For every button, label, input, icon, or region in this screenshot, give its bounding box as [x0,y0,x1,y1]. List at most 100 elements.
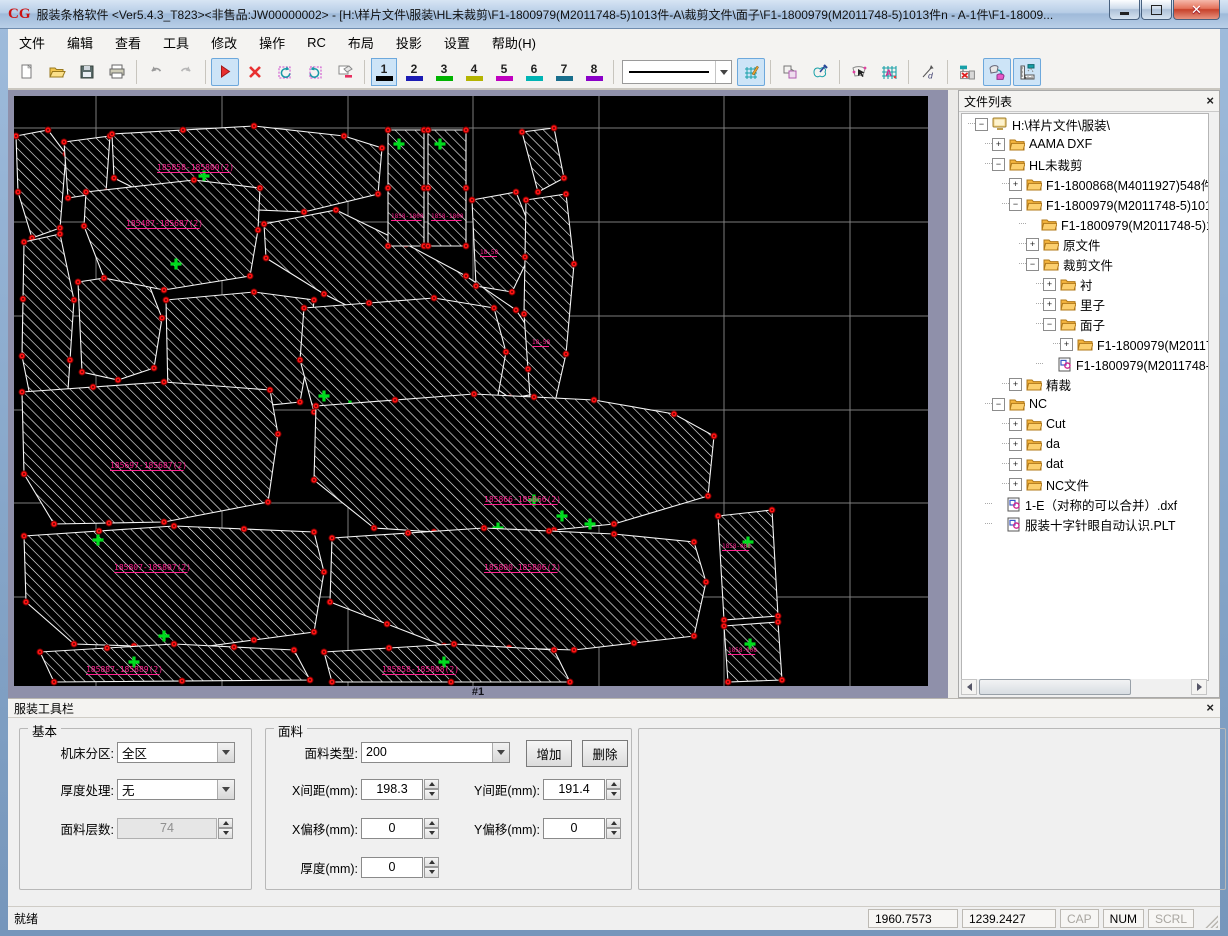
pick-piece-button[interactable] [845,58,873,86]
fabric-field-0-0[interactable]: 198.3 [361,778,423,800]
copy-shape-button[interactable] [776,58,804,86]
scrollbar-thumb[interactable] [979,679,1131,695]
open-folder-button[interactable] [43,58,71,86]
collapse-icon[interactable]: − [1009,197,1022,211]
menu-item-4[interactable]: 工具 [152,29,200,56]
projector-ruler-button[interactable] [1013,58,1041,86]
menu-item-9[interactable]: 投影 [385,29,433,56]
title-bar[interactable]: CG 服装条格软件 <Ver5.4.3_T823><非售品:JW00000002… [0,0,1228,29]
select-arrow-button[interactable] [211,58,239,86]
tree-item[interactable]: − H:\样片文件\服装\ [962,114,1208,134]
fabric-field-1-0[interactable]: 0 [361,817,423,839]
tree-item[interactable]: − NC [962,394,1208,414]
pattern-piece[interactable] [21,381,279,525]
basic-field-2[interactable]: 无 [117,778,235,800]
collapse-icon[interactable]: − [992,157,1005,171]
tree-item[interactable]: + AAMA DXF [962,134,1208,154]
line-style-combo[interactable] [622,60,732,84]
pattern-piece[interactable] [83,179,261,291]
menu-item-10[interactable]: 设置 [433,29,481,56]
expand-icon[interactable]: + [1009,457,1022,471]
chevron-down-icon[interactable] [715,61,731,83]
tree-item[interactable]: F1-1800979(M2011748-5)1013件 [962,354,1208,374]
collapse-icon[interactable]: − [975,117,988,131]
maximize-button[interactable] [1141,0,1172,20]
tree-item[interactable]: + F1-1800868(M4011927)548件 [962,174,1208,194]
expand-icon[interactable]: + [1009,377,1022,391]
menu-item-6[interactable]: 操作 [248,29,296,56]
chevron-down-icon[interactable] [217,779,234,799]
layer-color-button-7[interactable]: 7 [551,58,577,86]
layer-color-button-1[interactable]: 1 [371,58,397,86]
rotate-ccw-button[interactable] [271,58,299,86]
minimize-button[interactable] [1109,0,1140,20]
pattern-piece[interactable] [77,271,163,381]
fabric-field-1-1[interactable]: 0 [543,817,605,839]
expand-icon[interactable]: + [1009,477,1022,491]
basic-field-1[interactable]: 全区 [117,741,235,763]
pattern-piece[interactable] [313,393,715,537]
tree-item[interactable]: 服装十字针眼自动认识.PLT [962,514,1208,534]
tree-item[interactable]: + Cut [962,414,1208,434]
menu-item-5[interactable]: 修改 [200,29,248,56]
layer-color-button-8[interactable]: 8 [581,58,607,86]
tree-item[interactable]: + 原文件 [962,234,1208,254]
menu-item-8[interactable]: 布局 [337,29,385,56]
file-tree-hscrollbar[interactable] [961,679,1207,695]
fill-pattern-button[interactable] [737,58,765,86]
panel-splitter[interactable] [948,90,958,698]
expand-icon[interactable]: + [1009,177,1022,191]
collapse-icon[interactable]: − [1043,317,1056,331]
resize-grip[interactable] [1205,915,1218,928]
expand-icon[interactable]: + [1043,277,1056,291]
fabric-field-0-0-stepper[interactable] [424,778,439,800]
delete-cross-button[interactable] [241,58,269,86]
fabric-field-0-1[interactable]: 191.4 [543,778,605,800]
expand-icon[interactable]: + [1060,337,1073,351]
basic-field-3-stepper[interactable] [218,817,233,839]
layer-color-button-6[interactable]: 6 [521,58,547,86]
tree-item[interactable]: F1-1800979(M2011748-5)1013件 [962,214,1208,234]
collapse-icon[interactable]: − [992,397,1005,411]
pattern-piece[interactable] [717,509,779,621]
print-button[interactable] [103,58,131,86]
pattern-piece[interactable] [523,193,575,425]
tree-item[interactable]: + dat [962,454,1208,474]
tree-item[interactable]: 1-E（对称的可以合并）.dxf [962,494,1208,514]
expand-icon[interactable]: + [1009,417,1022,431]
layer-color-button-5[interactable]: 5 [491,58,517,86]
pattern-piece[interactable] [427,129,467,247]
expand-icon[interactable]: + [1043,297,1056,311]
pattern-piece[interactable] [23,525,325,649]
redo-button[interactable] [172,58,200,86]
edit-shape-button[interactable] [806,58,834,86]
menu-item-3[interactable]: 查看 [104,29,152,56]
menu-item-11[interactable]: 帮助(H) [481,29,547,56]
measure-button[interactable]: d [914,58,942,86]
tree-item[interactable]: + NC文件 [962,474,1208,494]
piece-transfer-button[interactable] [983,58,1011,86]
add-fabric-button[interactable]: 增加 [526,740,572,767]
tree-item[interactable]: + da [962,434,1208,454]
tree-item[interactable]: − 裁剪文件 [962,254,1208,274]
pattern-piece[interactable] [329,527,707,651]
collapse-icon[interactable]: − [1026,257,1039,271]
pattern-piece[interactable] [521,127,565,193]
layer-color-button-4[interactable]: 4 [461,58,487,86]
tree-item[interactable]: − 面子 [962,314,1208,334]
dock-close-icon[interactable]: × [1206,701,1214,714]
layer-color-button-3[interactable]: 3 [431,58,457,86]
expand-icon[interactable]: + [992,137,1005,151]
grid-text-button[interactable]: A [875,58,903,86]
new-document-button[interactable] [13,58,41,86]
rotate-cw-button[interactable] [301,58,329,86]
delete-fabric-button[interactable]: 删除 [582,740,628,767]
menu-item-2[interactable]: 编辑 [56,29,104,56]
close-button[interactable]: ✕ [1173,0,1220,20]
tree-item[interactable]: − HL未裁剪 [962,154,1208,174]
scroll-right-icon[interactable] [1191,679,1207,695]
fabric-type-combo[interactable]: 200 [361,741,510,763]
fabric-field-2-0-stepper[interactable] [424,856,439,878]
projector-clear-button[interactable] [953,58,981,86]
fabric-field-0-1-stepper[interactable] [606,778,621,800]
